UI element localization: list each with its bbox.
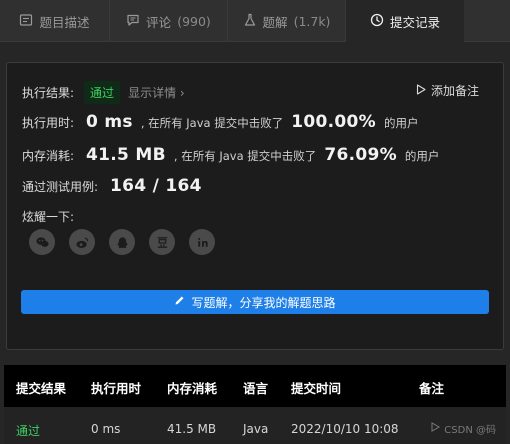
- runtime-label: 执行用时:: [22, 116, 75, 130]
- document-icon: [19, 13, 33, 30]
- header-time: 提交时间: [291, 381, 342, 396]
- memory-value: 41.5 MB: [86, 145, 166, 165]
- submission-result-panel: 执行结果: 通过 显示详情 › 添加备注 执行用时: 0 ms , 在所有 Ja…: [6, 62, 504, 350]
- runtime-text: , 在所有 Java 提交中击败了: [140, 116, 284, 130]
- tab-solutions-count: (1.7k): [293, 13, 331, 29]
- share-icons: [29, 229, 215, 255]
- wechat-icon[interactable]: [29, 229, 55, 255]
- row-runtime: 0 ms: [91, 422, 121, 436]
- watermark: CSDN @码: [431, 421, 496, 436]
- header-runtime: 执行用时: [91, 381, 142, 396]
- write-solution-button[interactable]: 写题解，分享我的解题思路: [21, 290, 489, 314]
- header-memory: 内存消耗: [167, 381, 218, 396]
- tab-comments[interactable]: 评论 (990): [110, 0, 228, 42]
- add-note-button[interactable]: 添加备注: [416, 82, 479, 99]
- tab-comments-label: 评论: [146, 14, 172, 30]
- share-row: 炫耀一下:: [22, 208, 84, 225]
- memory-suffix: 的用户: [404, 149, 440, 163]
- tab-submissions[interactable]: 提交记录: [346, 0, 464, 43]
- flask-icon: [243, 13, 257, 30]
- play-icon: [431, 422, 441, 435]
- header-note: 备注: [419, 381, 445, 396]
- row-language: Java: [243, 422, 269, 436]
- weibo-icon[interactable]: [69, 229, 95, 255]
- row-memory: 41.5 MB: [167, 422, 217, 436]
- tests-row: 通过测试用例: 164 / 164: [22, 176, 210, 196]
- memory-percent: 76.09%: [324, 145, 397, 165]
- memory-row: 内存消耗: 41.5 MB , 在所有 Java 提交中击败了 76.09% 的…: [22, 145, 439, 165]
- row-result[interactable]: 通过: [16, 422, 40, 439]
- pencil-icon: [174, 295, 185, 309]
- qq-icon[interactable]: [109, 229, 135, 255]
- tab-solutions-label: 题解: [262, 14, 288, 30]
- tab-description-label: 题目描述: [39, 14, 90, 30]
- tab-bar: 题目描述 评论 (990) 题解 (1.7k) 提交记录: [0, 0, 510, 43]
- tab-submissions-label: 提交记录: [389, 15, 440, 30]
- clock-icon: [370, 13, 384, 30]
- show-details-link[interactable]: 显示详情 ›: [128, 84, 185, 101]
- write-solution-label: 写题解，分享我的解题思路: [191, 295, 336, 310]
- share-label: 炫耀一下:: [22, 210, 75, 224]
- status-badge: 通过: [84, 81, 121, 104]
- watermark-text: CSDN @码: [444, 425, 496, 436]
- runtime-suffix: 的用户: [383, 116, 419, 130]
- runtime-percent: 100.00%: [291, 112, 376, 132]
- runtime-row: 执行用时: 0 ms , 在所有 Java 提交中击败了 100.00% 的用户: [22, 112, 418, 132]
- tab-description[interactable]: 题目描述: [0, 0, 110, 42]
- douban-icon[interactable]: [149, 229, 175, 255]
- runtime-value: 0 ms: [86, 112, 133, 132]
- table-row[interactable]: 通过 0 ms 41.5 MB Java 2022/10/10 10:08 CS…: [4, 407, 506, 444]
- memory-label: 内存消耗:: [22, 149, 75, 163]
- row-time: 2022/10/10 10:08: [291, 422, 399, 436]
- add-note-label: 添加备注: [430, 84, 479, 98]
- memory-text: , 在所有 Java 提交中击败了: [173, 149, 317, 163]
- header-language: 语言: [243, 381, 269, 396]
- linkedin-icon[interactable]: [189, 229, 215, 255]
- play-icon: [416, 83, 426, 98]
- tests-label: 通过测试用例:: [22, 180, 99, 194]
- header-result: 提交结果: [16, 381, 67, 396]
- tab-comments-count: (990): [177, 13, 211, 29]
- status-row: 执行结果: 通过 显示详情 ›: [22, 81, 185, 104]
- status-label: 执行结果:: [22, 86, 75, 100]
- submissions-table: 提交结果 执行用时 内存消耗 语言 提交时间 备注 通过 0 ms 41.5 M…: [4, 365, 506, 444]
- tests-value: 164 / 164: [110, 176, 202, 196]
- tab-solutions[interactable]: 题解 (1.7k): [228, 0, 346, 42]
- comment-icon: [126, 13, 140, 30]
- table-header: 提交结果 执行用时 内存消耗 语言 提交时间 备注: [4, 365, 506, 407]
